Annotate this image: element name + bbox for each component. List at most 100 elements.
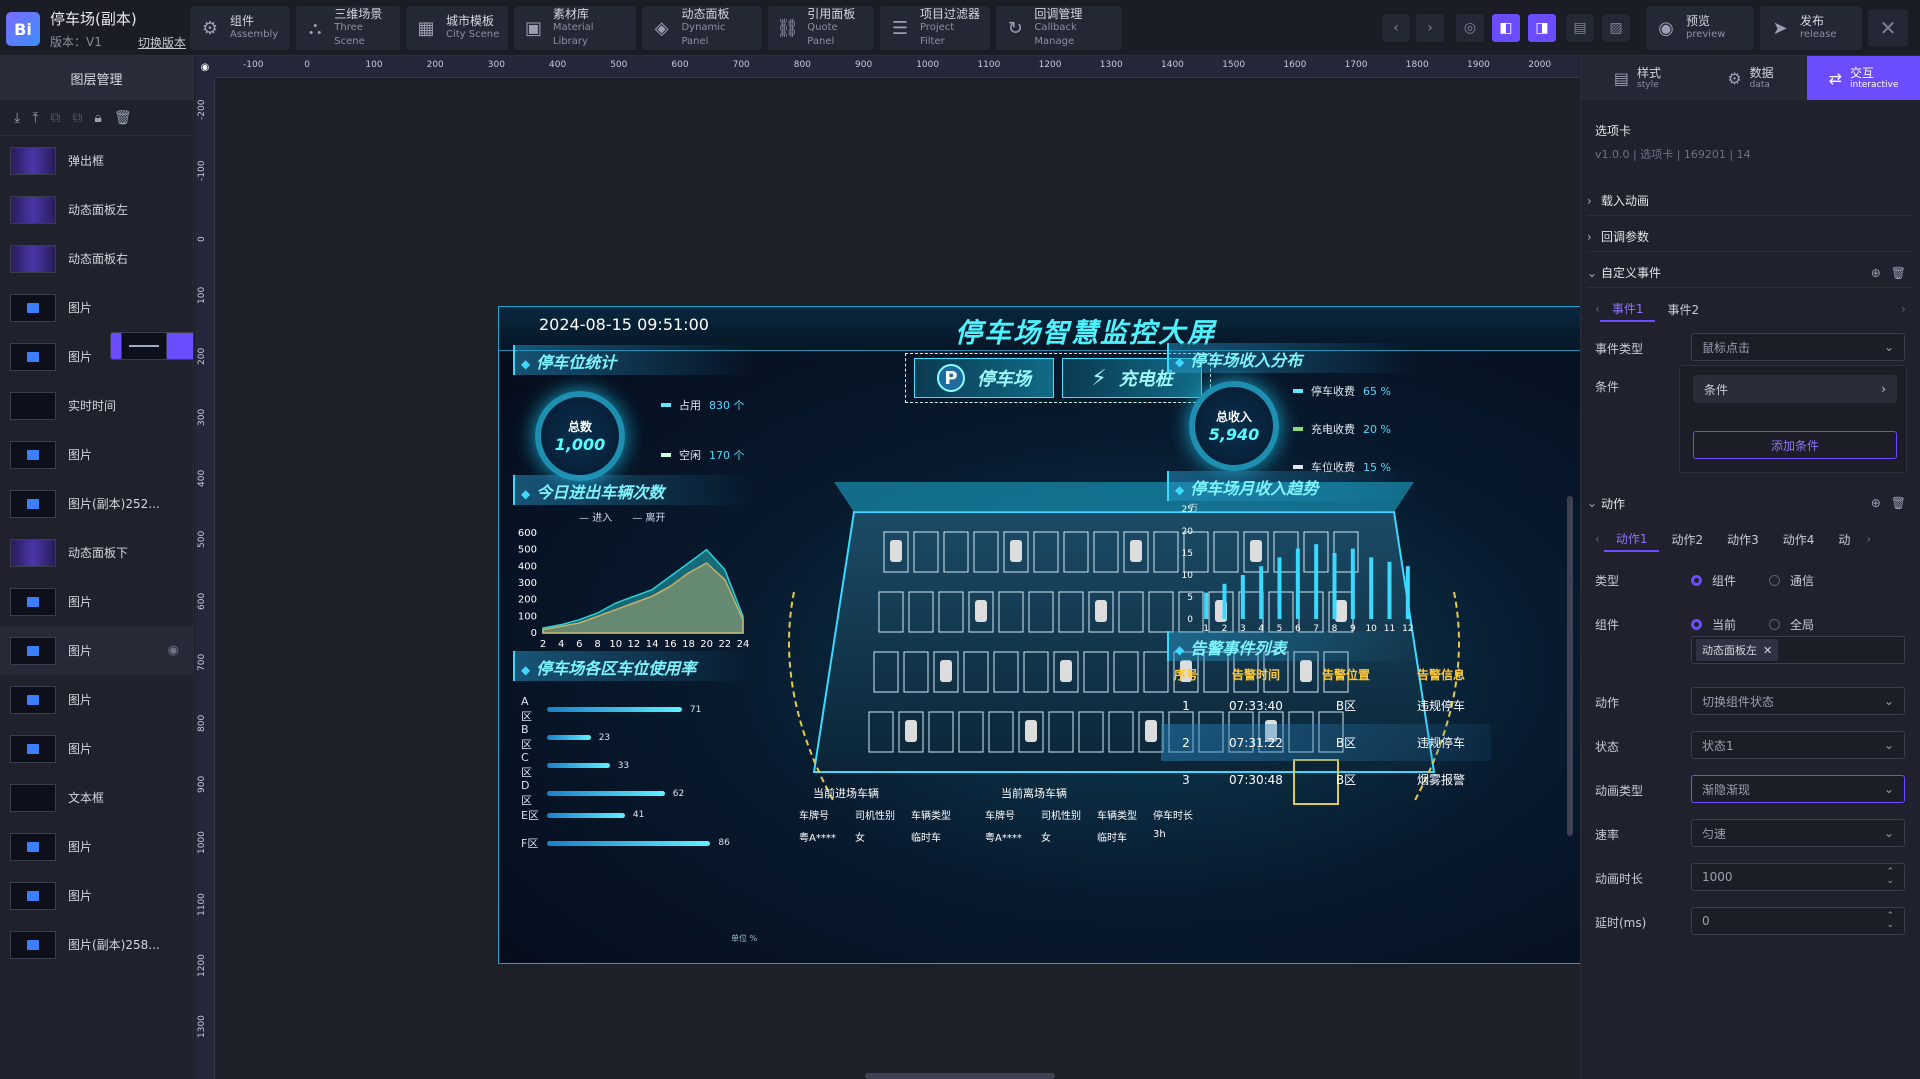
layer-item[interactable]: 图片(副本)258... [0,920,193,969]
tab-component[interactable]: P 停车场 ⚡ 充电桩 [905,353,1211,403]
vertical-ruler[interactable]: -200 -100 0 100 200 300 400 500 600 700 800 900 1000… [195,78,215,1079]
undo-button[interactable]: ‹ [1382,14,1410,42]
redo-button[interactable]: › [1416,14,1444,42]
tab-action-1[interactable]: 动作1 [1603,526,1660,552]
gauge-value: 1,000 [554,435,606,454]
tool-callback-manage[interactable]: ↻ 回调管理 Callback Manage [996,6,1122,50]
y-tick-label: 5 [1187,593,1193,603]
release-button[interactable]: ➤ 发布 release [1760,6,1862,50]
chevron-right-icon[interactable]: › [1901,302,1906,316]
delete-icon[interactable]: 🗑︎ [1891,266,1906,280]
image-button[interactable]: ▨ [1602,14,1630,42]
action-select[interactable]: 切换组件状态 ⌄ [1691,687,1905,715]
layer-item[interactable]: 弹出框 [0,136,193,185]
chevron-left-icon[interactable]: ‹ [1595,532,1600,546]
animation-type-select[interactable]: 渐隐渐现 ⌄ [1691,775,1905,803]
tool-material-library[interactable]: ▣ 素材库 Material Library [514,6,636,50]
layer-item[interactable]: 图片 [0,724,193,773]
radio-global[interactable]: 全局 [1769,616,1814,633]
tool-assembly[interactable]: ⚙ 组件 Assembly [190,6,290,50]
tool-three-scene[interactable]: ⛬ 三维场景 Three Scene [296,6,400,50]
right-panel-toggle[interactable]: ◨ [1528,14,1556,42]
stepper-icon[interactable]: ⌃ ⌄ [1886,912,1894,930]
add-icon[interactable]: ⊕ [1871,496,1881,510]
tab-action-2[interactable]: 动作2 [1659,526,1715,552]
delete-icon[interactable]: 🗑︎ [114,110,132,126]
chevron-right-icon[interactable]: › [1866,532,1871,546]
add-condition-button[interactable]: 添加条件 [1693,431,1897,459]
tab-event-2[interactable]: 事件2 [1655,296,1711,322]
close-icon[interactable]: ✕ [1763,644,1772,657]
preview-button[interactable]: ◉ 预览 preview [1646,6,1754,50]
tool-quote-panel[interactable]: ⛓ 引用面板 Quote Panel [768,6,874,50]
speed-select[interactable]: 匀速 ⌄ [1691,819,1905,847]
alarm-row[interactable]: 1 07:33:40 B区 违规停车 [1161,687,1491,724]
eye-icon[interactable]: ◉ [168,643,179,658]
section-parking-title: 停车位统计 [521,349,616,373]
layer-item[interactable]: 图片 [0,577,193,626]
component-tag[interactable]: 动态面板左 ✕ [1696,639,1779,661]
zone-value: 41 [632,810,645,820]
tab-data[interactable]: ⚙ 数据 data [1694,56,1807,100]
layer-item[interactable]: 图片 [0,675,193,724]
left-panel-toggle[interactable]: ◧ [1492,14,1520,42]
layer-item[interactable]: 动态面板下 [0,528,193,577]
tab-event-1[interactable]: 事件1 [1599,296,1656,322]
tab-parking[interactable]: P 停车场 [914,358,1054,398]
layer-item[interactable]: 图片 [0,283,193,332]
vertical-scrollbar[interactable] [1567,496,1573,836]
delete-icon[interactable]: 🗑︎ [1891,496,1906,510]
tab-style[interactable]: ▤ 样式 style [1581,56,1694,100]
layer-item[interactable]: 实时时间 [0,381,193,430]
close-button[interactable]: ✕ [1868,10,1908,46]
radio-communication[interactable]: 通信 [1769,572,1814,589]
radio-current[interactable]: 当前 [1691,616,1736,633]
app-logo[interactable]: Bi [6,12,40,46]
layer-item[interactable]: 文本框 [0,773,193,822]
tab-interactive[interactable]: ⇄ 交互 interactive [1807,56,1920,100]
layer-item[interactable]: 图片(副本)252... [0,479,193,528]
lock-icon[interactable]: 🔒︎ [94,110,101,126]
event-type-select[interactable]: 鼠标点击 ⌄ [1691,333,1905,361]
copy-icon[interactable]: ⧉ [50,110,60,126]
paste-icon[interactable]: ⧉ [72,110,82,126]
tool-city-scene[interactable]: ▦ 城市模板 City Scene [406,6,508,50]
move-top-icon[interactable]: ⤒ [32,110,38,126]
layer-item[interactable]: 图片 ◉ [0,626,193,675]
alarm-row[interactable]: 3 07:30:48 B区 烟雾报警 [1161,761,1491,798]
condition-select[interactable]: 条件 › [1693,375,1897,403]
switch-version-link[interactable]: 切换版本 [138,34,186,51]
component-multiselect[interactable]: 动态面板左 ✕ [1691,636,1905,664]
radio-component[interactable]: 组件 [1691,572,1736,589]
section-action[interactable]: ⌄ 动作 ⊕ 🗑︎ [1587,488,1914,518]
ruler-eye-icon[interactable]: ◉ [195,56,215,78]
tab-action-3[interactable]: 动作3 [1715,526,1771,552]
duration-input[interactable]: 1000 ⌃ ⌄ [1691,863,1905,891]
section-load-animation[interactable]: › 载入动画 [1587,186,1914,216]
stepper-icon[interactable]: ⌃ ⌄ [1886,868,1894,886]
editor-canvas[interactable]: -100 0 100 200 300 400 500 600 700 800 900 1000 1100… [195,56,1673,1079]
horizontal-ruler[interactable]: -100 0 100 200 300 400 500 600 700 800 900 1000 1100… [215,56,1579,78]
tab-action-5[interactable]: 动 [1826,526,1862,552]
layer-item[interactable]: 图片 [0,332,193,381]
layer-item[interactable]: 图片 [0,430,193,479]
layer-item[interactable]: 动态面板左 [0,185,193,234]
dashboard-screen[interactable]: 2024-08-15 09:51:00 停车场智慧监控大屏 P 停车场 ⚡ 充电桩 … [498,306,1673,964]
layer-item[interactable]: 图片 [0,871,193,920]
horizontal-scrollbar[interactable] [865,1073,1055,1079]
tab-action-4[interactable]: 动作4 [1771,526,1827,552]
section-callback-params[interactable]: › 回调参数 [1587,222,1914,252]
document-button[interactable]: ▤ [1566,14,1594,42]
layer-item[interactable]: 动态面板右 [0,234,193,283]
layer-item[interactable]: 图片 [0,822,193,871]
align-button[interactable]: ◎ [1456,14,1484,42]
tool-project-filter[interactable]: ☰ 项目过滤器 Project Filter [880,6,990,50]
add-icon[interactable]: ⊕ [1871,266,1881,280]
move-bottom-icon[interactable]: ⤓ [14,110,20,126]
section-custom-event[interactable]: ⌄ 自定义事件 ⊕ 🗑︎ [1587,258,1914,288]
tool-dynamic-panel[interactable]: ◈ 动态面板 Dynamic Panel [642,6,762,50]
alarm-row[interactable]: 2 07:31:22 B区 违规停车 [1161,724,1491,761]
delay-input[interactable]: 0 ⌃ ⌄ [1691,907,1905,935]
car-icon [1025,720,1037,742]
state-select[interactable]: 状态1 ⌄ [1691,731,1905,759]
